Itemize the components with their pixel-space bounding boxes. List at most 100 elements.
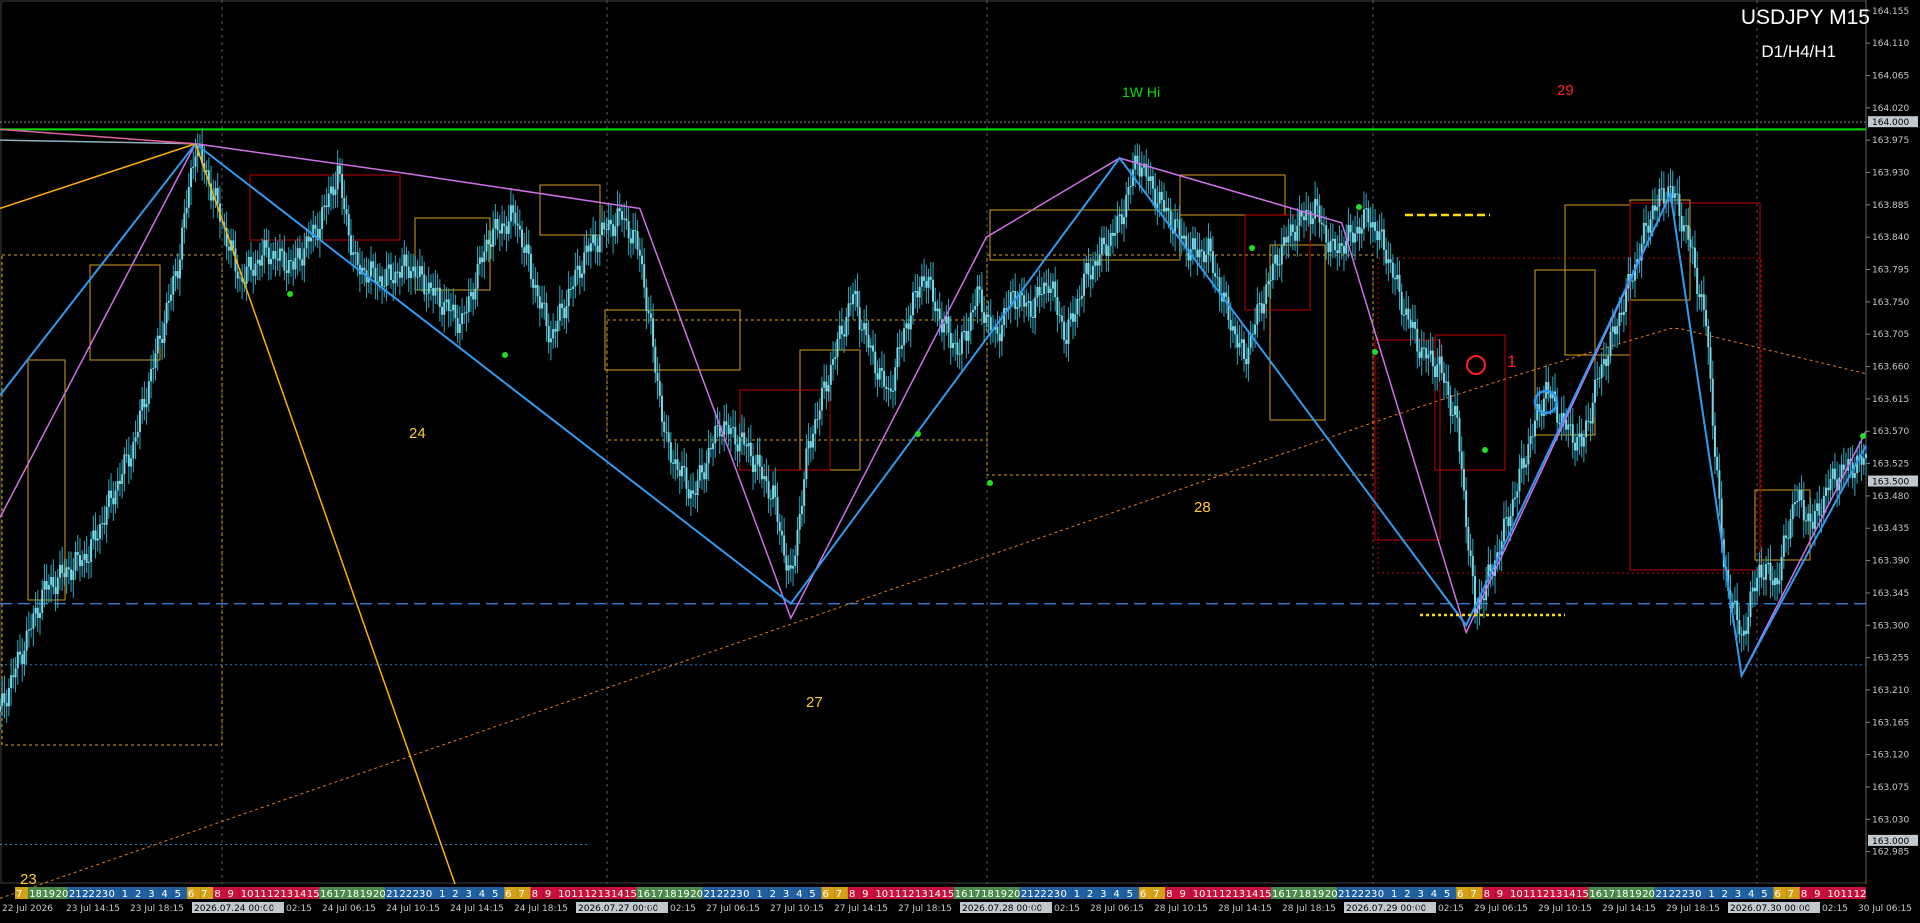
candle-body [649, 313, 652, 319]
candle-body [261, 255, 264, 266]
candle-body [1800, 490, 1803, 501]
candle-body [349, 235, 352, 256]
time-label: 27 Jul 02:15 [642, 904, 696, 914]
hour-label: 13 [1232, 889, 1245, 900]
candle-body [787, 565, 790, 571]
time-label: 24 Jul 02:15 [258, 904, 312, 914]
candle-body [1698, 293, 1701, 298]
candle-body [83, 553, 86, 560]
swing-dot [987, 480, 993, 486]
chart-window[interactable]: 164.155 164.110 164.065 164.020 163.975 163.9… [0, 0, 1920, 923]
candle-body [170, 294, 173, 301]
candle-body [352, 252, 355, 256]
candle-body [38, 612, 41, 618]
candle-body [951, 343, 954, 348]
candle-body [1534, 420, 1537, 437]
candle-body [1662, 188, 1665, 204]
candle-body [965, 330, 968, 341]
candle-body [1749, 591, 1752, 617]
candle-body [1702, 294, 1705, 311]
time-label: 28 Jul 02:15 [1026, 904, 1080, 914]
candle-body [434, 287, 437, 296]
swing-dot [1372, 349, 1378, 355]
candle-body [1558, 422, 1561, 424]
time-label: 29 Jul 02:15 [1410, 904, 1464, 914]
candle-body [1767, 562, 1770, 565]
candle-body [1060, 315, 1063, 322]
hour-label: 0 [109, 889, 115, 900]
candle-body [485, 239, 488, 252]
hour-label: 3 [783, 889, 789, 900]
candle-body [1471, 555, 1474, 577]
candle-body [1689, 239, 1692, 248]
candle-body [452, 304, 455, 311]
candle-body [492, 228, 495, 247]
candle-body [565, 306, 568, 319]
candle-body [898, 347, 901, 349]
candle-body [1163, 200, 1166, 212]
candle-body [185, 207, 188, 214]
hour-label: 11 [254, 889, 267, 900]
candle-body [885, 386, 888, 390]
swing-dot [502, 352, 508, 358]
hour-label: 19 [1312, 889, 1325, 900]
candle-body [381, 276, 384, 287]
price-tick-label: 163.120 [1872, 751, 1909, 761]
candle-body [1149, 176, 1152, 182]
candle-body [1414, 321, 1417, 329]
candle-body [1011, 290, 1014, 293]
time-label: 29 Jul 10:15 [1538, 904, 1592, 914]
candle-body [501, 223, 504, 234]
candle-body [529, 253, 532, 280]
time-label: 27 Jul 18:15 [898, 904, 952, 914]
candle-body [1045, 282, 1048, 287]
time-label: 29 Jul 14:15 [1602, 904, 1656, 914]
candle-body [621, 211, 623, 220]
hour-label: 21 [1655, 889, 1668, 900]
candle-body [756, 454, 759, 465]
candle-body [1756, 577, 1759, 592]
candle-body [176, 271, 179, 279]
candle-body [714, 425, 717, 444]
price-tag-label: 164.000 [1872, 118, 1909, 128]
candle-body [1840, 464, 1843, 478]
hour-label: 18 [29, 889, 42, 900]
candle-body [1587, 420, 1590, 422]
candle-body [1374, 221, 1377, 231]
candle-body [1691, 247, 1694, 249]
candle-body [1842, 464, 1845, 470]
hour-label: 23 [730, 889, 743, 900]
candle-body [1083, 273, 1086, 296]
hour-label: 12 [267, 889, 280, 900]
candle-body [1211, 251, 1214, 273]
candle-body [1713, 425, 1716, 457]
hour-label: 7 [836, 889, 842, 900]
hour-label: 0 [1378, 889, 1384, 900]
candle-body [625, 218, 628, 221]
candle-body [1289, 224, 1292, 236]
candle-body [1651, 205, 1654, 220]
hour-label: 12 [585, 889, 598, 900]
candle-body [707, 447, 710, 464]
hour-label: 17 [651, 889, 664, 900]
candle-body [1567, 424, 1570, 430]
time-label: 30 Jul 06:15 [1858, 904, 1912, 914]
candle-body [521, 229, 524, 248]
hour-label: 17 [1603, 889, 1616, 900]
hour-label: 11 [571, 889, 584, 900]
candle-body [603, 222, 606, 230]
price-chart[interactable]: 164.155 164.110 164.065 164.020 163.975 163.9… [0, 0, 1920, 923]
candle-body [607, 219, 610, 231]
hour-label: 4 [796, 889, 802, 900]
candle-body [1029, 301, 1032, 317]
price-tick-label: 163.390 [1872, 557, 1909, 567]
candle-body [276, 258, 279, 261]
candle-body [1123, 217, 1126, 225]
candle-body [1582, 437, 1585, 447]
candle-body [265, 240, 268, 248]
candle-body [172, 275, 175, 295]
candle-body [974, 306, 977, 310]
candle-body [1151, 176, 1154, 189]
candle-body [187, 187, 190, 208]
candle-body [394, 271, 397, 284]
